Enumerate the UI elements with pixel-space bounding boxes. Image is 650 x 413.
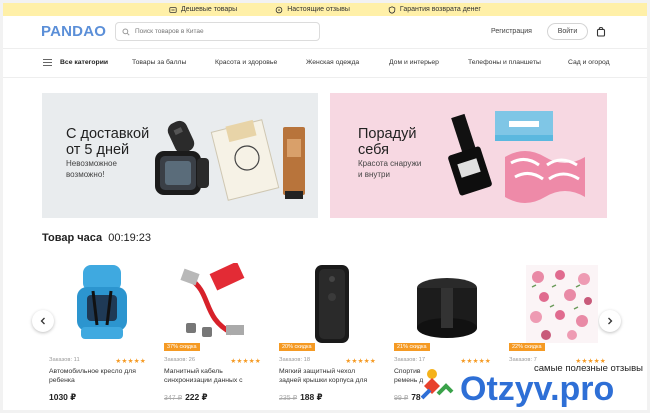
nav-womens-clothing[interactable]: Женская одежда: [306, 59, 359, 66]
pandao-logo[interactable]: PANDAO: [41, 23, 106, 40]
chevron-left-icon: [40, 317, 45, 325]
product-card[interactable]: 37% скидка Заказов: 26 ★★★★★ Магнитный к…: [164, 258, 269, 408]
magnetic-cable-image: [179, 263, 244, 337]
rating-stars: ★★★★★: [230, 358, 261, 365]
register-link[interactable]: Регистрация: [491, 28, 532, 35]
header: PANDAO Регистрация Войти: [3, 16, 647, 48]
promo-label: Настоящие отзывы: [287, 6, 350, 13]
orders-count: Заказов: 26: [164, 357, 196, 363]
product-price: 99 ₽78: [394, 392, 421, 402]
old-price: 235 ₽: [279, 395, 298, 402]
rating-stars: ★★★★★: [345, 358, 376, 365]
nav-beauty-health[interactable]: Красота и здоровье: [215, 59, 277, 66]
tag-icon: [169, 6, 177, 13]
discount-badge: 22% скидка: [509, 343, 545, 351]
product-meta: Заказов: 11 ★★★★★: [49, 357, 154, 365]
shield-icon: [388, 5, 396, 14]
nav-garden[interactable]: Сад и огород: [568, 59, 610, 66]
product-image: [279, 258, 384, 348]
countdown-timer: 00:19:23: [108, 232, 152, 244]
nav-points-goods[interactable]: Товары за баллы: [132, 59, 186, 66]
product-card[interactable]: Заказов: 11 ★★★★★ Автомобильное кресло д…: [49, 258, 154, 408]
category-nav: Все категории Товары за баллы Красота и …: [3, 48, 647, 78]
car-seat-image: [76, 264, 127, 339]
login-label: Войти: [557, 28, 578, 35]
orders-count: Заказов: 7: [509, 357, 537, 363]
search-input[interactable]: [135, 28, 305, 35]
banner-title: С доставкой от 5 дней: [66, 126, 150, 158]
login-button[interactable]: Войти: [547, 23, 588, 40]
orders-count: Заказов: 18: [279, 357, 311, 363]
nav-home-interior[interactable]: Дом и интерьер: [389, 59, 439, 66]
orders-count: Заказов: 11: [49, 357, 80, 363]
banner-subtitle: Невозможное возможно!: [66, 159, 117, 179]
product-image: [509, 258, 614, 348]
nav-phones-tablets[interactable]: Телефоны и планшеты: [468, 59, 541, 66]
product-price: 235 ₽188 ₽: [279, 392, 323, 402]
banner-products-illustration: [155, 119, 305, 201]
product-image: [49, 258, 154, 348]
product-meta: Заказов: 26 ★★★★★: [164, 357, 269, 365]
hot-deal-title: Товар часа 00:19:23: [42, 232, 152, 244]
sport-belt-image: [416, 277, 477, 338]
logo-text: PANDAO: [41, 23, 107, 40]
product-card[interactable]: 20% скидка Заказов: 18 ★★★★★ Мягкий защи…: [279, 258, 384, 408]
product-name[interactable]: Магнитный кабель синхронизации данных с: [164, 367, 274, 385]
product-price: 347 ₽222 ₽: [164, 392, 208, 402]
promo-label: Дешевые товары: [181, 6, 238, 13]
old-price: 99 ₽: [394, 395, 409, 402]
orders-count: Заказов: 17: [394, 357, 426, 363]
beauty-banner[interactable]: Порадуй себя Красота снаружи и внутри: [330, 93, 607, 218]
delivery-banner[interactable]: С доставкой от 5 дней Невозможное возмож…: [42, 93, 318, 218]
promo-money-back: Гарантия возврата денег: [388, 5, 481, 14]
search-box[interactable]: [115, 22, 320, 41]
top-promo-strip: Дешевые товары Настоящие отзывы Гарантия…: [3, 3, 647, 16]
shopping-bag-icon[interactable]: [596, 26, 606, 37]
product-price: 1030 ₽: [49, 392, 77, 402]
product-name[interactable]: Мягкий защитный чехол задней крышки корп…: [279, 367, 389, 385]
nav-all-categories[interactable]: Все категории: [60, 59, 108, 66]
product-name[interactable]: Автомобильное кресло для ребенка: [49, 367, 159, 385]
otzyv-watermark-logo: Otzyv.pro: [420, 369, 614, 408]
banner-subtitle: Красота снаружи и внутри: [358, 159, 422, 179]
banner-title: Порадуй себя: [358, 126, 417, 158]
menu-icon[interactable]: [43, 59, 52, 66]
chat-icon: [275, 6, 283, 13]
promo-cheap-goods: Дешевые товары: [169, 6, 237, 14]
product-image: [394, 258, 499, 348]
search-icon: [122, 27, 130, 36]
product-image: [164, 258, 269, 348]
svg-text:Otzyv.pro: Otzyv.pro: [460, 370, 614, 408]
banner-products-illustration: [448, 111, 585, 203]
nail-sticker-image: [525, 264, 598, 343]
discount-badge: 21% скидка: [394, 343, 430, 351]
discount-badge: 37% скидка: [164, 343, 200, 351]
old-price: 347 ₽: [164, 395, 183, 402]
rating-stars: ★★★★★: [115, 358, 146, 365]
product-meta: Заказов: 17 ★★★★★: [394, 357, 499, 365]
phone-case-image: [314, 264, 349, 343]
product-meta: Заказов: 18 ★★★★★: [279, 357, 384, 365]
promo-real-reviews: Настоящие отзывы: [275, 6, 350, 14]
discount-badge: 20% скидка: [279, 343, 315, 351]
promo-label: Гарантия возврата денег: [399, 6, 481, 13]
